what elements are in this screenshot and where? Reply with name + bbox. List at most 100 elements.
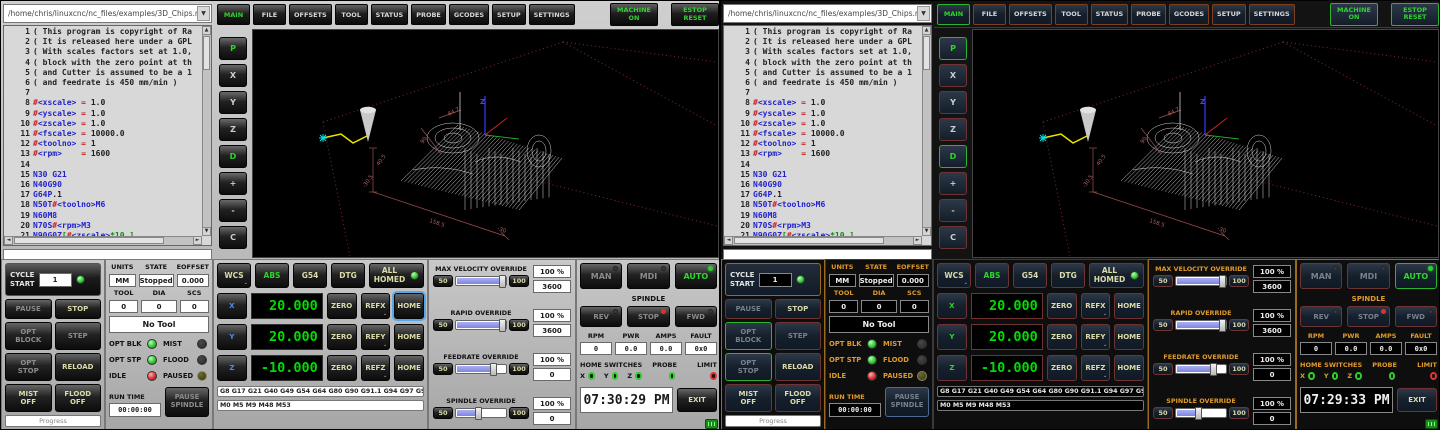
max-button[interactable]: 100 [509,407,529,419]
side-button-x[interactable]: X [939,64,967,87]
scroll-left-icon[interactable]: ◄ [4,236,13,245]
tab-file[interactable]: FILE [253,4,286,25]
auto-mode-button[interactable]: AUTO [1395,263,1437,289]
tab-status[interactable]: STATUS [1091,4,1129,25]
tab-tool[interactable]: TOOL [1055,4,1088,25]
axis-x-button[interactable]: X [217,293,247,319]
ref-y-button[interactable]: REFY⌄ [361,324,391,350]
chevron-down-icon[interactable]: ▼ [917,6,930,21]
slider-thumb[interactable] [490,363,497,376]
cycle-start-group[interactable]: CYCLE START 1 [725,263,821,296]
all-homed-button[interactable]: ALL HOMED [1089,263,1144,288]
toolpath-canvas[interactable]: 84.79040.5-30.5158.5-30Z [973,30,1438,257]
home-x-button[interactable]: HOME [1114,293,1144,319]
stop-button[interactable]: STOP [55,299,102,319]
pause-button[interactable]: PAUSE [725,299,772,319]
min-button[interactable]: 50 [1153,275,1173,287]
slider-thumb[interactable] [1219,319,1226,332]
slider-track[interactable] [1175,364,1227,374]
tab-setup[interactable]: SETUP [1212,4,1246,25]
exit-button[interactable]: EXIT [1397,388,1437,412]
tab-gcodes[interactable]: GCODES [449,4,489,25]
side-button-y[interactable]: Y [219,91,247,114]
max-button[interactable]: 100 [1229,275,1249,287]
cycle-start-button[interactable]: CYCLE START [730,271,755,287]
cycle-start-group[interactable]: CYCLE START 1 [5,263,101,296]
abs-button[interactable]: ABS [975,263,1009,288]
axis-y-button[interactable]: Y [937,324,967,350]
g54-button[interactable]: G54 [293,263,327,288]
slider-track[interactable] [1175,276,1227,286]
auto-mode-button[interactable]: AUTO [675,263,717,289]
max-button[interactable]: 100 [1229,363,1249,375]
gcode-listing[interactable]: 1( This program is copyright of Ra2( It … [3,25,212,246]
zero-y-button[interactable]: ZERO [1047,324,1077,350]
dtg-button[interactable]: DTG [1051,263,1085,288]
side-button-plus[interactable]: + [939,172,967,195]
ref-z-button[interactable]: REFZ⌄ [361,355,391,381]
mdi-mode-button[interactable]: MDI [627,263,669,289]
man-mode-button[interactable]: MAN [1300,263,1342,289]
flood-off-button[interactable]: FLOOD OFF [775,384,822,412]
home-z-button[interactable]: HOME [394,355,424,381]
file-path-combo[interactable]: /home/chris/linuxcnc/nc_files/examples/3… [3,4,212,23]
wcs-button[interactable]: WCS ⌄ [937,263,971,288]
tab-tool[interactable]: TOOL [335,4,368,25]
zero-x-button[interactable]: ZERO [327,293,357,319]
pause-button[interactable]: PAUSE [5,299,52,319]
min-button[interactable]: 50 [1153,363,1173,375]
max-button[interactable]: 100 [509,275,529,287]
slider-track[interactable] [455,276,507,286]
side-button-p[interactable]: P [939,37,967,60]
zero-z-button[interactable]: ZERO [1047,355,1077,381]
mist-off-button[interactable]: MIST OFF [5,384,52,412]
ref-x-button[interactable]: REFX⌄ [1081,293,1111,319]
horizontal-scrollbar[interactable]: ◄ ► [4,236,202,245]
side-button-c[interactable]: C [219,226,247,249]
all-homed-button[interactable]: ALL HOMED [369,263,424,288]
tab-probe[interactable]: PROBE [1131,4,1166,25]
tab-main[interactable]: MAIN [937,4,970,25]
max-button[interactable]: 100 [1229,319,1249,331]
axis-z-button[interactable]: Z [217,355,247,381]
spindle-rev-button[interactable]: REV [1300,306,1342,327]
scroll-thumb[interactable] [923,36,930,70]
spindle-fwd-button[interactable]: FWD [675,306,717,327]
opt-block-button[interactable]: OPT BLOCK [725,322,772,350]
cycle-start-button[interactable]: CYCLE START [10,271,35,287]
home-y-button[interactable]: HOME [394,324,424,350]
toolpath-preview[interactable]: 84.79040.5-30.5158.5-30Z [972,29,1439,258]
tab-probe[interactable]: PROBE [411,4,446,25]
tab-offsets[interactable]: OFFSETS [1009,4,1052,25]
scroll-right-icon[interactable]: ► [913,236,922,245]
side-button-minus[interactable]: - [219,199,247,222]
cycle-count-field[interactable]: 1 [39,273,72,287]
machine-on-button[interactable]: MACHINE ON [1330,3,1378,26]
toolpath-canvas[interactable]: 84.79040.5-30.5158.5-30Z [253,30,718,257]
side-button-c[interactable]: C [939,226,967,249]
side-button-p[interactable]: P [219,37,247,60]
scroll-up-icon[interactable]: ▲ [202,26,211,35]
min-button[interactable]: 50 [433,275,453,287]
min-button[interactable]: 50 [433,363,453,375]
slider-thumb[interactable] [499,275,506,288]
horizontal-scrollbar[interactable]: ◄ ► [724,236,922,245]
axis-z-button[interactable]: Z [937,355,967,381]
scroll-down-icon[interactable]: ▼ [202,227,211,236]
zero-z-button[interactable]: ZERO [327,355,357,381]
mist-off-button[interactable]: MIST OFF [725,384,772,412]
slider-track[interactable] [455,408,507,418]
tab-setup[interactable]: SETUP [492,4,526,25]
tab-settings[interactable]: SETTINGS [1249,4,1295,25]
vertical-scrollbar[interactable]: ▲ ▼ [922,26,931,236]
home-x-button[interactable]: HOME [394,293,424,319]
tab-gcodes[interactable]: GCODES [1169,4,1209,25]
wcs-button[interactable]: WCS ⌄ [217,263,251,288]
scroll-up-icon[interactable]: ▲ [922,26,931,35]
slider-track[interactable] [1175,320,1227,330]
min-button[interactable]: 50 [433,407,453,419]
man-mode-button[interactable]: MAN [580,263,622,289]
max-button[interactable]: 100 [509,319,529,331]
spindle-stop-button[interactable]: STOP [627,306,669,327]
side-button-d[interactable]: D [939,145,967,168]
